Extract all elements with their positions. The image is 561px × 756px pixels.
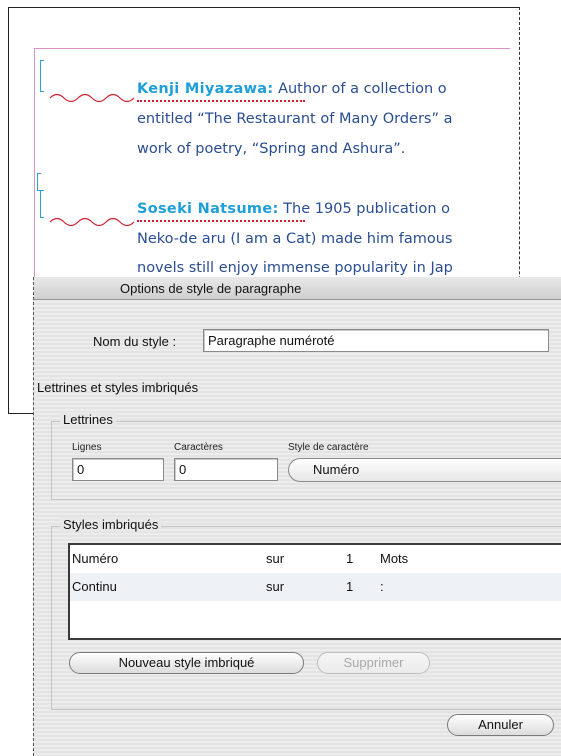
document-line: novels still enjoy immense popularity in… [137,260,453,276]
nested-style-cell: Continu [72,579,117,594]
text-cursor-marker [40,190,44,218]
style-name-label: Nom du style : [93,334,177,349]
document-line: Kenji Miyazawa: Author of a collection o [137,81,447,97]
characters-field[interactable]: 0 [174,458,278,481]
spell-squiggle [49,217,135,227]
nested-style-name: Soseki Natsume: [137,201,279,217]
text-cursor-marker [37,173,41,191]
document-line: entitled “The Restaurant of Many Orders”… [137,111,453,127]
spell-squiggle [49,93,135,103]
section-title: Lettrines et styles imbriqués [37,380,199,395]
characters-label: Caractères [174,442,223,453]
lines-label: Lignes [72,442,102,453]
nested-style-cell: Numéro [72,551,119,566]
count-cell: 1 [346,551,354,566]
cancel-button[interactable]: Annuler [447,714,554,736]
through-cell: sur [266,551,285,566]
margin-guide-top [34,48,510,49]
unit-cell: Mots [380,551,409,566]
character-style-label: Style de caractère [288,442,369,453]
table-row[interactable]: Numéro sur 1 Mots [70,545,561,573]
text-cursor-marker [40,60,44,92]
character-style-dropdown[interactable]: Numéro [288,458,561,482]
dialog-titlebar[interactable]: Options de style de paragraphe [34,277,561,300]
dialog-title: Options de style de paragraphe [120,281,302,296]
style-name-field[interactable]: Paragraphe numéroté [203,329,549,352]
document-line: Neko-de aru (I am a Cat) made him famous [137,231,453,247]
nested-styles-table[interactable]: Numéro sur 1 Mots Continu sur 1 : [68,543,561,640]
drop-caps-title: Lettrines [60,412,116,427]
document-line: work of poetry, “Spring and Ashura”. [137,141,406,157]
dotted-underline [137,100,305,102]
delete-nested-style-button[interactable]: Supprimer [317,652,430,674]
dotted-underline [137,220,305,222]
new-nested-style-button[interactable]: Nouveau style imbriqué [69,652,304,674]
table-row[interactable]: Continu sur 1 : [70,573,561,601]
unit-cell: : [380,579,384,594]
lines-field[interactable]: 0 [72,458,164,481]
through-cell: sur [266,579,285,594]
nested-styles-title: Styles imbriqués [60,517,162,532]
nested-style-name: Kenji Miyazawa: [137,81,274,97]
count-cell: 1 [346,579,354,594]
document-line: Soseki Natsume: The 1905 publication o [137,201,451,217]
paragraph-style-options-dialog: Options de style de paragraphe Nom du st… [33,277,561,756]
